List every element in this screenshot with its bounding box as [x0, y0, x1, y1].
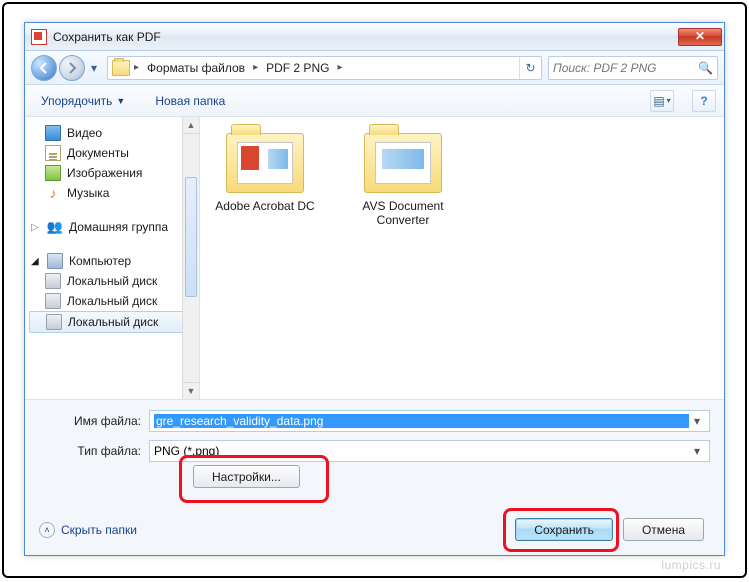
folder-icon	[112, 60, 130, 76]
save-button[interactable]: Сохранить	[515, 518, 613, 541]
tree-item-drive[interactable]: Локальный диск	[25, 271, 199, 291]
folder-icon	[364, 133, 442, 193]
refresh-button[interactable]: ↻	[519, 57, 541, 79]
scroll-thumb[interactable]	[185, 177, 197, 297]
tree-item-computer[interactable]: ◢Компьютер	[25, 251, 199, 271]
pictures-icon	[45, 165, 61, 181]
chevron-right-icon: ▸	[132, 62, 141, 73]
search-box[interactable]: 🔍	[548, 56, 718, 80]
folder-item[interactable]: Adobe Acrobat DC	[210, 133, 320, 213]
cancel-button[interactable]: Отмена	[623, 518, 704, 541]
pdf-icon	[31, 29, 47, 45]
navigation-tree: Видео Документы Изображения ♪Музыка ▷👥До…	[25, 117, 200, 399]
back-button[interactable]	[31, 55, 57, 81]
tree-item-homegroup[interactable]: ▷👥Домашняя группа	[25, 217, 199, 237]
tree-item-documents[interactable]: Документы	[25, 143, 199, 163]
folder-icon	[226, 133, 304, 193]
window-title: Сохранить как PDF	[53, 30, 161, 44]
video-icon	[45, 125, 61, 141]
close-button[interactable]: ✕	[678, 28, 722, 46]
tree-item-music[interactable]: ♪Музыка	[25, 183, 199, 203]
scroll-down-button[interactable]: ▼	[183, 382, 199, 399]
scrollbar[interactable]: ▲ ▼	[182, 117, 199, 399]
computer-icon	[47, 253, 63, 269]
view-options-button[interactable]: ▤▾	[650, 90, 674, 112]
collapse-icon[interactable]: ◢	[31, 256, 41, 267]
tree-item-pictures[interactable]: Изображения	[25, 163, 199, 183]
drive-icon	[46, 314, 62, 330]
tree-item-videos[interactable]: Видео	[25, 123, 199, 143]
chevron-down-icon[interactable]: ▾	[689, 444, 705, 458]
breadcrumb-segment[interactable]: Форматы файлов	[141, 57, 251, 79]
form-panel: Имя файла: gre_research_validity_data.pn…	[25, 399, 724, 556]
settings-button[interactable]: Настройки...	[193, 465, 300, 488]
drive-icon	[45, 293, 61, 309]
titlebar: Сохранить как PDF ✕	[25, 23, 724, 51]
filetype-select[interactable]: PNG (*.png)▾	[149, 440, 710, 462]
scroll-up-button[interactable]: ▲	[183, 117, 199, 134]
music-icon: ♪	[45, 185, 61, 201]
expand-icon[interactable]: ▷	[31, 222, 41, 233]
filename-label: Имя файла:	[39, 414, 149, 428]
homegroup-icon: 👥	[47, 219, 63, 235]
chevron-right-icon: ▸	[335, 62, 344, 73]
file-list[interactable]: Adobe Acrobat DC AVS Document Converter	[200, 117, 724, 399]
tree-item-drive[interactable]: Локальный диск	[29, 311, 195, 333]
hide-folders-button[interactable]: ˄Скрыть папки	[39, 522, 137, 538]
organize-button[interactable]: Упорядочить ▼	[33, 91, 133, 111]
chevron-up-icon: ˄	[39, 522, 55, 538]
filename-input[interactable]: gre_research_validity_data.png▾	[149, 410, 710, 432]
new-folder-button[interactable]: Новая папка	[147, 91, 233, 111]
navigation-bar: ▾ ▸ Форматы файлов ▸ PDF 2 PNG ▸ ↻ 🔍	[25, 51, 724, 85]
chevron-right-icon: ▸	[251, 62, 260, 73]
help-button[interactable]: ?	[692, 90, 716, 112]
document-icon	[45, 145, 61, 161]
breadcrumb-segment[interactable]: PDF 2 PNG	[260, 57, 335, 79]
search-icon: 🔍	[698, 61, 713, 75]
history-dropdown[interactable]: ▾	[87, 56, 101, 80]
forward-button[interactable]	[59, 55, 85, 81]
chevron-down-icon: ▼	[116, 96, 125, 106]
watermark: lumpics.ru	[661, 558, 721, 572]
toolbar: Упорядочить ▼ Новая папка ▤▾ ?	[25, 85, 724, 117]
filetype-label: Тип файла:	[39, 444, 149, 458]
save-as-dialog: Сохранить как PDF ✕ ▾ ▸ Форматы файлов ▸…	[24, 22, 725, 556]
tree-item-drive[interactable]: Локальный диск	[25, 291, 199, 311]
drive-icon	[45, 273, 61, 289]
folder-item[interactable]: AVS Document Converter	[348, 133, 458, 227]
address-bar[interactable]: ▸ Форматы файлов ▸ PDF 2 PNG ▸ ↻	[107, 56, 542, 80]
chevron-down-icon[interactable]: ▾	[689, 414, 705, 428]
search-input[interactable]	[553, 61, 696, 75]
